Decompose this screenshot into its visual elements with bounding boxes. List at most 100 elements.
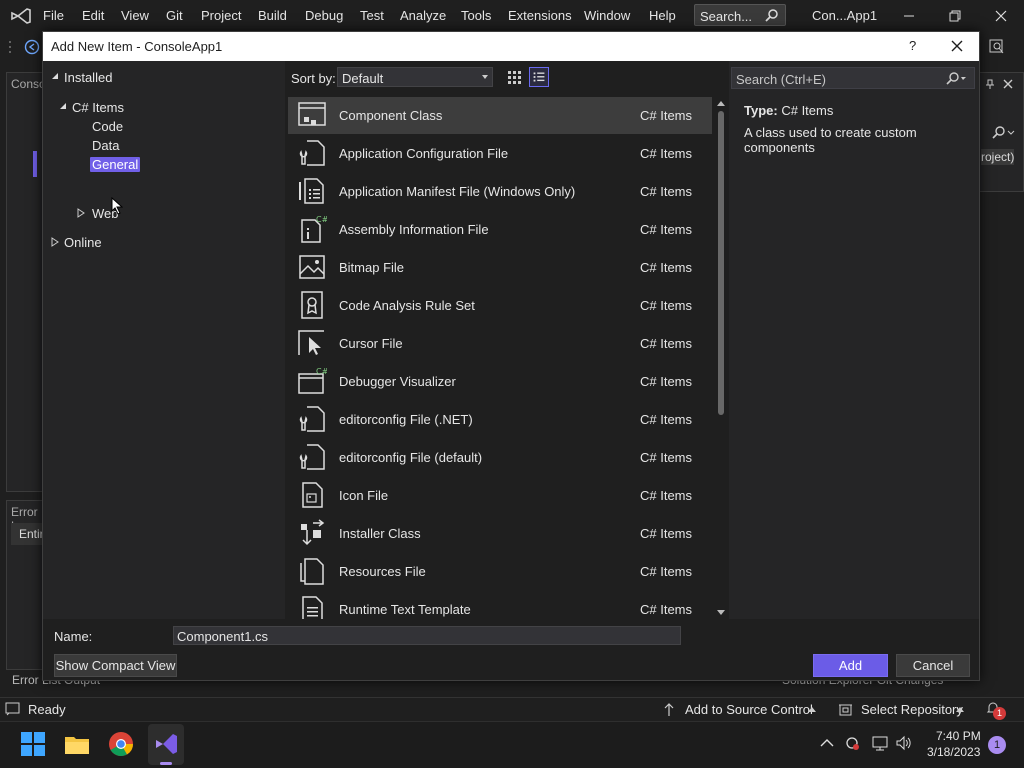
sort-by-value: Default	[342, 71, 384, 86]
manifest-file-icon	[299, 178, 324, 204]
dialog-title: Add New Item - ConsoleApp1	[51, 39, 223, 54]
back-navigation-icon[interactable]	[24, 39, 40, 55]
chrome-icon[interactable]	[108, 731, 134, 757]
item-name: Application Manifest File (Windows Only)	[339, 184, 576, 199]
item-category: C# Items	[640, 222, 693, 237]
list-item-bitmap-file[interactable]: Bitmap File C# Items	[288, 249, 712, 286]
collapsed-triangle-icon[interactable]	[51, 237, 59, 247]
close-icon[interactable]	[949, 38, 965, 54]
tree-code[interactable]: Code	[92, 119, 123, 134]
menu-git[interactable]: Git	[166, 8, 183, 23]
menu-test[interactable]: Test	[360, 8, 384, 23]
item-name: Assembly Information File	[339, 222, 489, 237]
menu-tools[interactable]: Tools	[461, 8, 491, 23]
template-list: Component Class C# Items Application Con…	[288, 97, 712, 619]
scroll-down-icon[interactable]	[717, 610, 725, 615]
tree-csharp-items[interactable]: C# Items	[72, 100, 124, 115]
menu-file[interactable]: File	[43, 8, 64, 23]
menu-analyze[interactable]: Analyze	[400, 8, 446, 23]
scrollbar-thumb[interactable]	[718, 111, 724, 415]
list-item-assembly-information-file[interactable]: C# Assembly Information File C# Items	[288, 211, 712, 248]
network-icon[interactable]	[871, 735, 889, 751]
detail-description: A class used to create custom components	[744, 125, 917, 155]
list-item-application-manifest-file[interactable]: Application Manifest File (Windows Only)…	[288, 173, 712, 210]
debugger-visualizer-icon: C#	[298, 367, 327, 394]
editorconfig-icon	[299, 406, 325, 432]
tree-installed[interactable]: Installed	[64, 70, 112, 85]
list-item-editorconfig-default[interactable]: editorconfig File (default) C# Items	[288, 439, 712, 476]
grid-view-icon[interactable]	[504, 67, 524, 87]
list-view-icon[interactable]	[529, 67, 549, 87]
chevron-down-icon	[482, 75, 488, 79]
detail-type-value: C# Items	[781, 103, 834, 118]
expanded-triangle-icon[interactable]	[59, 102, 67, 110]
pin-icon[interactable]	[985, 79, 995, 89]
clock-date[interactable]: 3/18/2023	[927, 745, 980, 759]
add-to-source-control[interactable]: Add to Source Control	[685, 702, 813, 717]
live-share-icon[interactable]	[988, 38, 1006, 56]
close-panel-icon[interactable]	[1003, 79, 1013, 89]
list-scrollbar[interactable]	[715, 97, 728, 619]
volume-icon[interactable]	[895, 735, 913, 751]
sort-by-dropdown[interactable]: Default	[337, 67, 493, 87]
menu-project[interactable]: Project	[201, 8, 241, 23]
assembly-info-icon: C#	[301, 215, 327, 243]
global-search-box[interactable]: Search...	[694, 4, 786, 26]
solution-project-fragment[interactable]: roject)	[981, 149, 1015, 165]
list-item-installer-class[interactable]: Installer Class C# Items	[288, 515, 712, 552]
menu-debug[interactable]: Debug	[305, 8, 343, 23]
tree-online[interactable]: Online	[64, 235, 102, 250]
error-list-filter[interactable]: Entir	[11, 523, 45, 545]
clock-time[interactable]: 7:40 PM	[936, 729, 981, 743]
expanded-triangle-icon[interactable]	[51, 72, 59, 80]
list-item-runtime-text-template[interactable]: Runtime Text Template C# Items	[288, 591, 712, 619]
file-explorer-icon[interactable]	[64, 731, 90, 757]
tree-data[interactable]: Data	[92, 138, 119, 153]
detail-type: Type: C# Items	[744, 103, 833, 118]
menu-help[interactable]: Help	[649, 8, 676, 23]
list-item-resources-file[interactable]: Resources File C# Items	[288, 553, 712, 590]
item-name: Component Class	[339, 108, 443, 123]
list-item-component-class[interactable]: Component Class C# Items	[288, 97, 712, 134]
template-list-pane: Sort by: Default Component Class C# Item…	[286, 61, 728, 619]
collapsed-triangle-icon[interactable]	[77, 208, 85, 218]
menu-extensions[interactable]: Extensions	[508, 8, 572, 23]
scroll-up-icon[interactable]	[717, 101, 725, 106]
notification-center-badge[interactable]: 1	[988, 736, 1006, 754]
item-name: Cursor File	[339, 336, 403, 351]
dialog-titlebar: Add New Item - ConsoleApp1 ?	[43, 32, 979, 61]
search-icon	[765, 9, 778, 22]
close-window-icon[interactable]	[991, 6, 1011, 26]
windows-start-icon[interactable]	[20, 731, 46, 757]
item-name: editorconfig File (.NET)	[339, 412, 473, 427]
list-item-icon-file[interactable]: Icon File C# Items	[288, 477, 712, 514]
chevron-up-icon[interactable]	[820, 738, 834, 748]
text-template-icon	[302, 596, 323, 619]
panel-search-icon[interactable]	[989, 125, 1015, 139]
select-repository[interactable]: Select Repository	[861, 702, 963, 717]
search-installed-input[interactable]: Search (Ctrl+E)	[731, 67, 975, 89]
list-item-cursor-file[interactable]: Cursor File C# Items	[288, 325, 712, 362]
search-icon	[946, 72, 966, 85]
minimize-icon[interactable]	[899, 6, 919, 26]
dialog-help-button[interactable]: ?	[909, 38, 916, 53]
list-item-code-analysis-rule-set[interactable]: Code Analysis Rule Set C# Items	[288, 287, 712, 324]
show-compact-view-button[interactable]: Show Compact View	[54, 654, 177, 677]
component-class-icon	[298, 102, 326, 126]
status-ready: Ready	[28, 702, 66, 717]
visual-studio-taskbar-button[interactable]	[148, 724, 184, 765]
list-item-application-configuration-file[interactable]: Application Configuration File C# Items	[288, 135, 712, 172]
restore-icon[interactable]	[945, 6, 965, 26]
menu-view[interactable]: View	[121, 8, 149, 23]
cancel-button[interactable]: Cancel	[896, 654, 970, 677]
menu-edit[interactable]: Edit	[82, 8, 104, 23]
app-title: Con...App1	[812, 8, 878, 23]
menu-window[interactable]: Window	[584, 8, 630, 23]
list-item-debugger-visualizer[interactable]: C# Debugger Visualizer C# Items	[288, 363, 712, 400]
sync-icon[interactable]	[844, 735, 860, 751]
list-item-editorconfig-net[interactable]: editorconfig File (.NET) C# Items	[288, 401, 712, 438]
menu-build[interactable]: Build	[258, 8, 287, 23]
add-button[interactable]: Add	[813, 654, 888, 677]
name-input[interactable]: Component1.cs	[173, 626, 681, 645]
tree-general[interactable]: General	[90, 157, 141, 172]
